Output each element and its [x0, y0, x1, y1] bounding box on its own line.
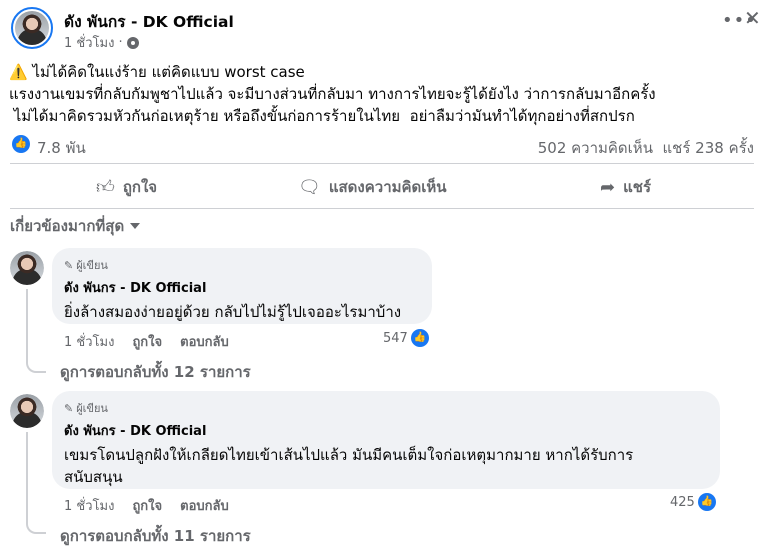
post-line-2: แรงงานเขมรที่กลับกัมพูชาไปแล้ว จะมีบางส่…: [9, 85, 656, 103]
comment-reply-button[interactable]: ตอบกลับ: [180, 495, 229, 516]
comment-icon: 🗨︎: [298, 176, 321, 198]
comment-time[interactable]: 1 ชั่วโมง: [64, 331, 114, 352]
comment-text: เขมรโดนปลูกฝังให้เกลียดไทยเข้าเส้นไปแล้ว…: [64, 444, 708, 488]
author-badge-label: ผู้เขียน: [76, 259, 108, 272]
thumbs-up-icon: 👍: [410, 329, 429, 347]
thumbs-up-icon: 👍︎: [96, 177, 115, 198]
thread-line: [26, 289, 28, 359]
meta-separator: ·: [118, 35, 123, 50]
like-button[interactable]: 👍︎ ถูกใจ: [96, 175, 157, 199]
divider: [10, 208, 754, 209]
post-time[interactable]: 1 ชั่วโมง: [64, 32, 114, 53]
comment-like-button[interactable]: ถูกใจ: [132, 331, 162, 352]
reaction-count: 547: [383, 330, 408, 346]
post-line-1: ⚠️ ไม่ได้คิดในแง่ร้าย แต่คิดแบบ worst ca…: [9, 61, 759, 83]
thumbs-up-icon: 👍: [12, 135, 30, 153]
thread-line: [26, 432, 28, 520]
post-line-3: ไม่ได้มาคิดรวมหัวกันก่อเหตุร้าย หรือถึงข…: [9, 107, 635, 125]
comment-button-label: แสดงความคิดเห็น: [328, 178, 447, 196]
comment-reactions[interactable]: 425 👍: [670, 493, 716, 511]
thumbs-up-icon: 👍: [697, 493, 716, 511]
share-button-label: แชร์: [623, 178, 651, 196]
comment-time[interactable]: 1 ชั่วโมง: [64, 495, 114, 516]
post-line-1-text: ไม่ได้คิดในแง่ร้าย แต่คิดแบบ worst case: [32, 63, 305, 81]
pen-icon: ✎: [64, 258, 74, 272]
post-text: ⚠️ ไม่ได้คิดในแง่ร้าย แต่คิดแบบ worst ca…: [9, 61, 759, 127]
post-stats: 502 ความคิดเห็น แชร์ 238 ครั้ง: [538, 136, 754, 160]
divider: [10, 163, 754, 164]
share-count[interactable]: แชร์ 238 ครั้ง: [663, 139, 755, 157]
thread-connector: [26, 518, 46, 534]
author-name[interactable]: ดัง พันกร - DK Official: [64, 9, 234, 34]
warning-icon: ⚠️: [9, 63, 28, 81]
comment-sort-dropdown[interactable]: เกี่ยวข้องมากที่สุด: [10, 214, 141, 238]
view-replies-link[interactable]: ดูการตอบกลับทั้ง 12 รายการ: [60, 360, 251, 384]
comment-bubble: ✎ ผู้เขียน ดัง พันกร - DK Official เขมรโด…: [52, 391, 720, 489]
pen-icon: ✎: [64, 401, 74, 415]
thread-connector: [26, 357, 46, 373]
like-count[interactable]: 7.8 พัน: [37, 136, 86, 160]
chevron-down-icon: [130, 223, 141, 229]
comment-text-line-2: สนับสนุน: [64, 468, 123, 486]
gear-icon: [126, 36, 139, 49]
comment-text-line-1: เขมรโดนปลูกฝังให้เกลียดไทยเข้าเส้นไปแล้ว…: [64, 446, 634, 464]
like-button-label: ถูกใจ: [122, 178, 158, 196]
sort-label: เกี่ยวข้องมากที่สุด: [10, 217, 125, 235]
comment-button[interactable]: 🗨︎ แสดงความคิดเห็น: [298, 175, 447, 199]
comment-reactions[interactable]: 547 👍: [383, 329, 429, 347]
avatar[interactable]: [10, 251, 44, 285]
status-badge: ✎ ผู้เขียน: [64, 256, 420, 274]
avatar[interactable]: [10, 394, 44, 428]
reaction-count: 425: [670, 494, 695, 510]
status-badge: ✎ ผู้เขียน: [64, 399, 708, 417]
share-button[interactable]: ➦ แชร์: [600, 175, 651, 199]
comment-bubble: ✎ ผู้เขียน ดัง พันกร - DK Official ยิ่งล้…: [52, 248, 432, 324]
view-replies-link[interactable]: ดูการตอบกลับทั้ง 11 รายการ: [60, 524, 251, 548]
comment-text: ยิ่งล้างสมองง่ายอยู่ด้วย กลับไปไม่รู้ไปเ…: [64, 303, 402, 321]
comment-actions: 1 ชั่วโมง ถูกใจ ตอบกลับ: [64, 331, 229, 352]
comment-count[interactable]: 502 ความคิดเห็น: [538, 139, 653, 157]
comment-actions: 1 ชั่วโมง ถูกใจ ตอบกลับ: [64, 495, 229, 516]
comment-author[interactable]: ดัง พันกร - DK Official: [64, 277, 420, 298]
comment-reply-button[interactable]: ตอบกลับ: [180, 331, 229, 352]
post-meta: 1 ชั่วโมง ·: [64, 32, 139, 53]
comment-like-button[interactable]: ถูกใจ: [132, 495, 162, 516]
comment-author[interactable]: ดัง พันกร - DK Official: [64, 420, 708, 441]
author-badge-label: ผู้เขียน: [76, 402, 108, 415]
author-avatar[interactable]: [11, 7, 53, 49]
close-icon[interactable]: ✕: [744, 6, 761, 30]
share-icon: ➦: [600, 176, 616, 198]
